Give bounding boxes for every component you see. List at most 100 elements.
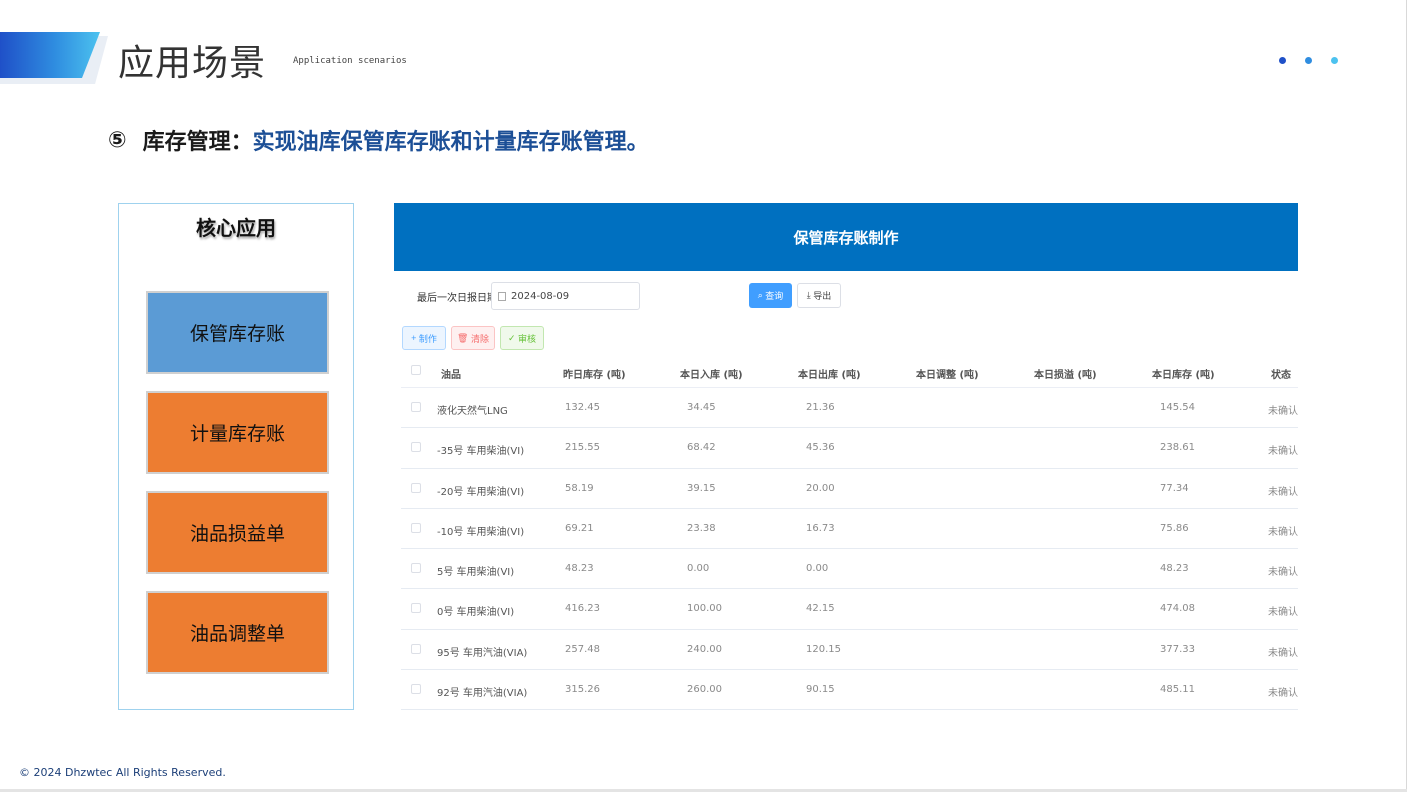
yesterday-stock-cell: 69.21 (565, 522, 594, 534)
plus-icon: + (411, 333, 419, 343)
inbound-cell: 240.00 (687, 643, 722, 655)
column-header[interactable]: 状态 (1271, 366, 1291, 381)
yesterday-stock-cell: 48.23 (565, 563, 594, 575)
today-stock-cell: 238.61 (1160, 442, 1195, 454)
column-header[interactable]: 本日损溢 (吨) (1034, 366, 1097, 381)
export-button-label: 导出 (813, 291, 832, 301)
status-cell: 未确认 (1268, 446, 1298, 458)
status-cell: 未确认 (1268, 486, 1298, 498)
clear-button-label: 清除 (470, 333, 489, 344)
check-icon: ✓ (507, 332, 519, 343)
section-label: 库存管理： (142, 130, 253, 155)
column-header[interactable]: 本日出库 (吨) (798, 366, 861, 381)
inbound-cell: 0.00 (687, 563, 710, 575)
today-stock-cell: 485.11 (1160, 684, 1195, 696)
window-title: 保管库存账制作 (793, 228, 899, 247)
inbound-cell: 23.38 (687, 522, 716, 534)
outbound-cell: 20.00 (806, 482, 835, 494)
today-stock-cell: 145.54 (1160, 402, 1195, 413)
yesterday-stock-cell: 215.55 (565, 442, 600, 454)
inbound-cell: 100.00 (687, 603, 722, 615)
clear-button[interactable]: 🗑 清除 (451, 326, 495, 350)
row-checkbox[interactable] (411, 402, 421, 412)
today-stock-cell: 75.86 (1160, 522, 1189, 534)
table-row[interactable]: 5号 车用柴油(VI) 48.23 0.00 0.00 48.23 未确认 (401, 549, 1298, 590)
oil-name-cell: 液化天然气LNG (437, 406, 508, 417)
table-row[interactable]: 液化天然气LNG 132.45 34.45 21.36 145.54 未确认 (401, 388, 1298, 429)
table-row[interactable]: 92号 车用汽油(VIA) 315.26 260.00 90.15 485.11 未确认 (401, 670, 1298, 711)
oil-name-cell: -35号 车用柴油(VI) (437, 446, 525, 458)
outbound-cell: 16.73 (806, 522, 835, 534)
oil-name-cell: 5号 车用柴油(VI) (437, 567, 515, 579)
export-button[interactable]: ⤓ 导出 (797, 283, 841, 308)
status-cell: 未确认 (1268, 607, 1298, 619)
column-header[interactable]: 本日入库 (吨) (680, 366, 743, 381)
column-header[interactable]: 本日库存 (吨) (1152, 366, 1215, 381)
today-stock-cell: 474.08 (1160, 603, 1195, 615)
core-app-adjustment-sheet[interactable]: 油品调整单 (146, 591, 329, 674)
select-all-checkbox[interactable] (411, 365, 421, 375)
yesterday-stock-cell: 132.45 (565, 402, 600, 413)
outbound-cell: 120.15 (806, 643, 841, 655)
column-header[interactable]: 油品 (441, 366, 461, 381)
query-button-label: 查询 (765, 291, 784, 301)
date-picker[interactable] (491, 282, 640, 310)
outbound-cell: 45.36 (806, 442, 835, 454)
dot-icon (1305, 57, 1312, 64)
core-app-loss-gain-sheet[interactable]: 油品损益单 (146, 491, 329, 574)
trash-icon: 🗑 (457, 332, 471, 343)
yesterday-stock-cell: 257.48 (565, 643, 600, 655)
filter-date-label: 最后一次日报日期 (417, 293, 497, 304)
core-app-custody-ledger[interactable]: 保管库存账 (146, 291, 329, 374)
outbound-cell: 42.15 (806, 603, 835, 615)
table-row[interactable]: -10号 车用柴油(VI) 69.21 23.38 16.73 75.86 未确认 (401, 509, 1298, 550)
row-checkbox[interactable] (411, 603, 421, 614)
today-stock-cell: 48.23 (1160, 563, 1189, 575)
status-cell: 未确认 (1268, 688, 1298, 700)
search-icon: ⌕ (757, 290, 766, 300)
inbound-cell: 260.00 (687, 684, 722, 696)
column-header[interactable]: 本日调整 (吨) (916, 366, 979, 381)
audit-button[interactable]: ✓ 审核 (500, 326, 544, 350)
row-checkbox[interactable] (411, 442, 421, 453)
yesterday-stock-cell: 58.19 (565, 482, 594, 494)
outbound-cell: 90.15 (806, 684, 835, 696)
make-button[interactable]: + 制作 (402, 326, 446, 350)
date-input[interactable] (511, 290, 631, 302)
row-checkbox[interactable] (411, 563, 421, 574)
row-checkbox[interactable] (411, 684, 421, 695)
table-row[interactable]: 95号 车用汽油(VIA) 257.48 240.00 120.15 377.33 未确认 (401, 630, 1298, 671)
section-description: 实现油库保管库存账和计量库存账管理。 (252, 130, 649, 155)
table-row[interactable]: -20号 车用柴油(VI) 58.19 39.15 20.00 77.34 未确认 (401, 469, 1298, 509)
window-title-bar: 保管库存账制作 (394, 203, 1298, 271)
row-checkbox[interactable] (411, 522, 421, 533)
oil-name-cell: 95号 车用汽油(VIA) (437, 647, 528, 659)
table-row[interactable]: -35号 车用柴油(VI) 215.55 68.42 45.36 238.61 未确认 (401, 428, 1298, 469)
audit-button-label: 审核 (518, 333, 537, 344)
calendar-icon (498, 291, 506, 301)
inbound-cell: 34.45 (687, 402, 716, 413)
yesterday-stock-cell: 416.23 (565, 603, 600, 615)
core-apps-panel: 核心应用 保管库存账 计量库存账 油品损益单 油品调整单 (118, 203, 354, 710)
column-header[interactable]: 昨日库存 (吨) (563, 366, 626, 381)
page-subtitle: Application scenarios (293, 56, 407, 66)
decorative-dots (1279, 57, 1338, 64)
query-button[interactable]: ⌕ 查询 (749, 283, 792, 308)
outbound-cell: 21.36 (806, 402, 835, 413)
page-title: 应用场景 (118, 43, 267, 84)
inbound-cell: 68.42 (687, 442, 716, 454)
row-checkbox[interactable] (411, 643, 421, 654)
oil-name-cell: -10号 车用柴油(VI) (437, 526, 525, 538)
make-button-label: 制作 (418, 333, 437, 344)
core-apps-title: 核心应用 (196, 216, 276, 240)
footer-copyright: © 2024 Dhzwtec All Rights Reserved. (19, 766, 226, 779)
inventory-table: 油品 昨日库存 (吨) 本日入库 (吨) 本日出库 (吨) 本日调整 (吨) 本… (401, 352, 1298, 711)
dot-icon (1279, 57, 1286, 64)
section-number: ⑤ (108, 127, 127, 153)
status-cell: 未确认 (1268, 526, 1298, 538)
row-checkbox[interactable] (411, 482, 421, 493)
table-row[interactable]: 0号 车用柴油(VI) 416.23 100.00 42.15 474.08 未确认 (401, 589, 1298, 630)
core-app-metering-ledger[interactable]: 计量库存账 (146, 391, 329, 474)
yesterday-stock-cell: 315.26 (565, 684, 600, 696)
today-stock-cell: 377.33 (1160, 643, 1195, 655)
